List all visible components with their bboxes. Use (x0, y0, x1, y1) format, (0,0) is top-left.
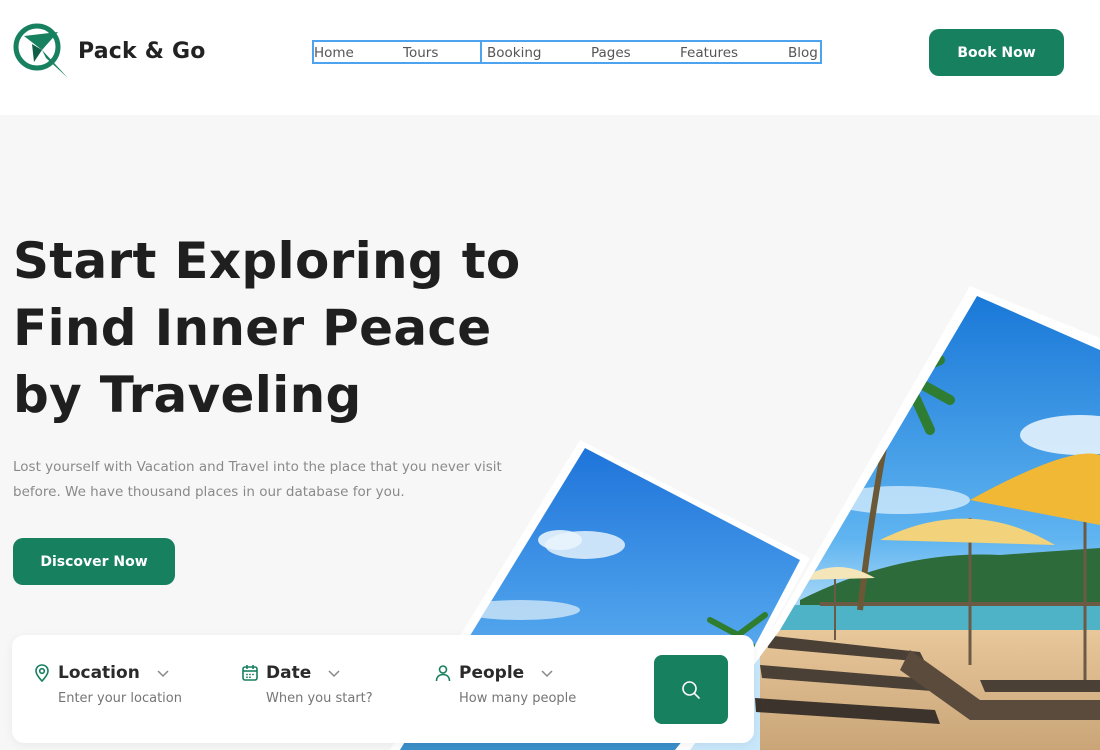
nav-item-home[interactable]: Home (314, 45, 354, 61)
location-field-head: Location (32, 663, 228, 683)
date-input[interactable] (266, 691, 436, 706)
site-header: Pack & Go Home Tours Booking Pages Featu… (0, 0, 1100, 115)
location-label: Location (58, 663, 140, 683)
calendar-icon (242, 665, 258, 681)
nav-item-pages[interactable]: Pages (591, 45, 631, 61)
nav-item-features[interactable]: Features (680, 45, 738, 61)
date-label: Date (266, 663, 312, 683)
logo-icon (13, 23, 68, 78)
people-label: People (459, 663, 525, 683)
map-pin-icon (35, 664, 49, 683)
nav-item-blog[interactable]: Blog (788, 45, 818, 61)
book-now-button[interactable]: Book Now (929, 29, 1064, 76)
people-field[interactable]: People (433, 663, 629, 706)
chevron-down-icon[interactable] (327, 666, 341, 680)
main-nav: Home Tours Booking Pages Features Blog (312, 40, 822, 64)
user-icon (435, 665, 451, 682)
location-input[interactable] (58, 691, 228, 706)
search-bar: Location Date (12, 635, 754, 743)
location-field[interactable]: Location (32, 663, 228, 706)
nav-item-booking[interactable]: Booking (487, 45, 541, 61)
people-input[interactable] (459, 691, 629, 706)
search-icon (682, 680, 700, 699)
nav-item-tours[interactable]: Tours (403, 45, 438, 61)
discover-now-button[interactable]: Discover Now (13, 538, 175, 585)
date-field[interactable]: Date (240, 663, 436, 706)
chevron-down-icon[interactable] (540, 666, 554, 680)
brand-logo[interactable]: Pack & Go (12, 22, 206, 80)
brand-name: Pack & Go (78, 38, 206, 64)
date-field-head: Date (240, 663, 436, 683)
search-button[interactable] (654, 655, 728, 724)
people-field-head: People (433, 663, 629, 683)
nav-divider (480, 42, 482, 62)
chevron-down-icon[interactable] (156, 666, 170, 680)
